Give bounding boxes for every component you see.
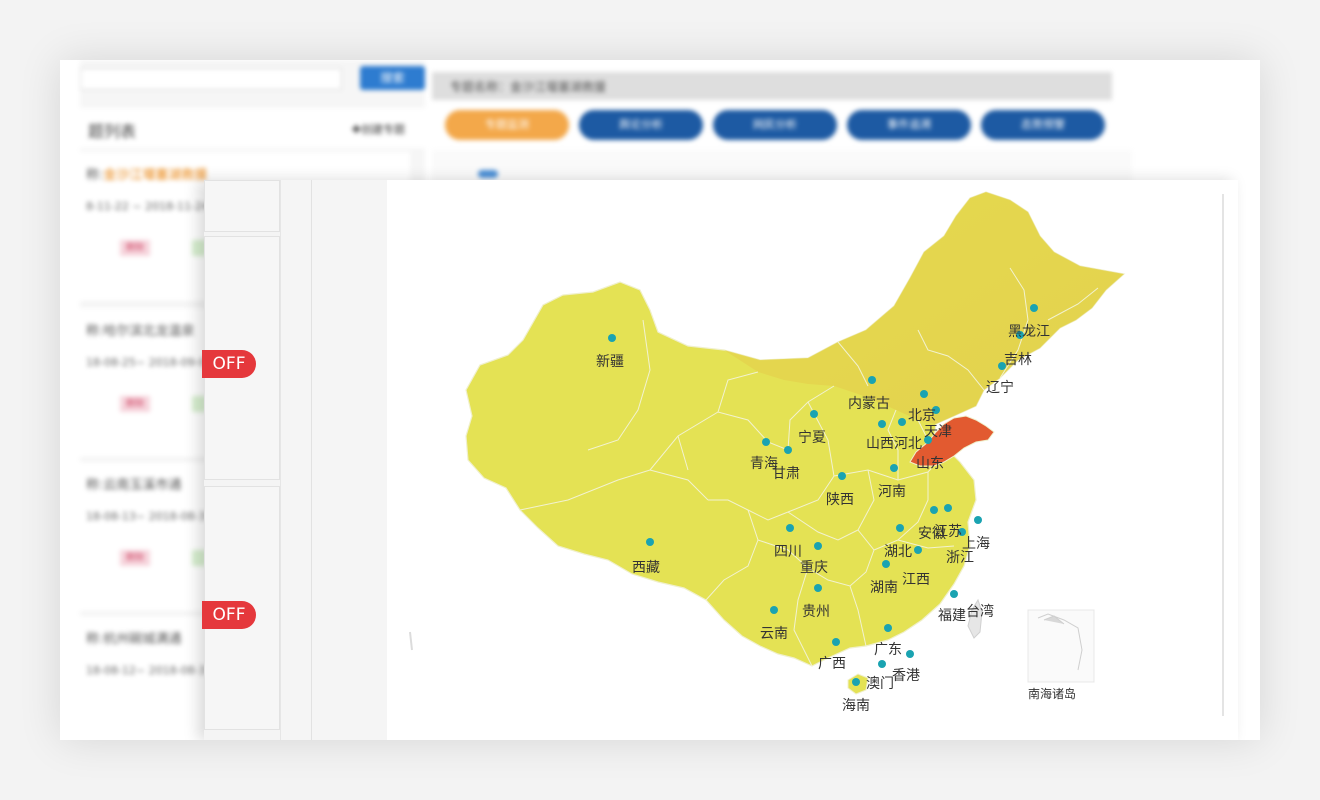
dot-chongqing [814, 542, 822, 550]
label-hubei: 湖北 [884, 544, 912, 560]
topic-card-name: 称:云南玉溪市通 [86, 478, 182, 493]
sidebar-block [204, 180, 280, 232]
label-guangdong: 广东 [874, 642, 902, 658]
dot-hongkong [906, 650, 914, 658]
label-zhejiang: 浙江 [946, 550, 974, 566]
label-guangxi: 广西 [818, 656, 846, 672]
topic-card-name: 称:哈尔滨北龙温泉 [86, 324, 195, 339]
dot-hainan [852, 678, 860, 686]
dot-neimenggu [868, 376, 876, 384]
topic-name-text: 专题名称：金沙江堰塞湖救援 [450, 80, 607, 94]
china-map-svg: 南海诸岛 新疆 西藏 青海 甘肃 宁夏 内蒙古 黑龙江 吉林 辽宁 北京 天津 … [409, 191, 1126, 714]
label-gansu: 甘肃 [772, 466, 800, 482]
topic-list-header: 题列表 ✚创建专题 [80, 108, 425, 148]
label-sichuan: 四川 [774, 544, 802, 560]
topic-card-name: 称:杭州碗城满通 [86, 632, 182, 647]
label-shandong: 山东 [916, 456, 944, 472]
tab-opinion-analysis[interactable]: 舆论分析 [579, 110, 703, 140]
search-input[interactable] [80, 68, 342, 90]
dot-macao [878, 660, 886, 668]
label-xizang: 西藏 [632, 560, 660, 576]
label-jilin: 吉林 [1004, 352, 1032, 368]
south-china-sea-inset: 南海诸岛 [1027, 609, 1095, 701]
topic-card-date: 18-08-25~ 2018-09-09 [86, 356, 213, 369]
dot-hebei [898, 418, 906, 426]
topic-name-bar: 专题名称：金沙江堰塞湖救援 [432, 72, 1112, 100]
label-neimenggu: 内蒙古 [848, 396, 890, 412]
dot-ningxia [810, 410, 818, 418]
dot-jiangxi [914, 546, 922, 554]
delete-button[interactable]: 删除 [120, 550, 150, 566]
dot-jiangsu [944, 504, 952, 512]
dot-henan [890, 464, 898, 472]
label-liaoning: 辽宁 [986, 379, 1014, 396]
label-xinjiang: 新疆 [596, 354, 624, 370]
panel-divider [280, 180, 387, 740]
content-marker [478, 170, 498, 178]
label-heilongjiang: 黑龙江 [1008, 324, 1050, 340]
dot-beijing [920, 390, 928, 398]
label-ningxia: 宁夏 [798, 429, 826, 446]
china-map: 南海诸岛 新疆 西藏 青海 甘肃 宁夏 内蒙古 黑龙江 吉林 辽宁 北京 天津 … [388, 180, 1238, 740]
tab-trend-warning[interactable]: 态势预警 [981, 110, 1105, 140]
label-guizhou: 贵州 [802, 604, 830, 620]
create-topic-button[interactable]: ✚创建专题 [352, 121, 405, 137]
dot-gansu [784, 446, 792, 454]
dot-guangxi [832, 638, 840, 646]
label-jiangxi: 江西 [902, 572, 930, 588]
dot-anhui [930, 506, 938, 514]
label-tianjin: 天津 [924, 424, 952, 440]
topic-list-title: 题列表 [88, 122, 137, 141]
topic-card-date: 8-11-22 ~ 2018-11-24 [86, 200, 210, 213]
dot-shaanxi [838, 472, 846, 480]
label-hebei: 河北 [894, 436, 922, 452]
topic-card-name: 称:金沙江堰塞湖救援 [86, 168, 208, 183]
label-jiangsu: 江苏 [934, 524, 962, 540]
delete-button[interactable]: 删除 [120, 396, 150, 412]
label-hainan: 海南 [842, 698, 870, 714]
label-beijing: 北京 [908, 408, 936, 424]
screenshot-frame: 搜索 题列表 ✚创建专题 称:金沙江堰塞湖救援 8-11-22 ~ 2018-1… [60, 60, 1260, 740]
label-shaanxi: 陕西 [826, 492, 854, 508]
topic-card-date: 18-08-12~ 2018-08-31 [86, 664, 213, 677]
dot-sichuan [786, 524, 794, 532]
search-button[interactable]: 搜索 [360, 66, 425, 90]
dot-hunan [882, 560, 890, 568]
dot-fujian [950, 590, 958, 598]
tab-event-trace[interactable]: 事件追溯 [847, 110, 971, 140]
label-taiwan: 台湾 [966, 603, 994, 620]
tab-topic-monitor[interactable]: 专题监测 [445, 110, 569, 140]
label-fujian: 福建 [938, 608, 966, 624]
dot-qinghai [762, 438, 770, 446]
label-macao: 澳门 [866, 676, 894, 692]
dot-guangdong [884, 624, 892, 632]
dot-heilongjiang [1030, 304, 1038, 312]
label-henan: 河南 [878, 484, 906, 500]
label-hunan: 湖南 [870, 580, 898, 596]
dot-shanghai [974, 516, 982, 524]
map-panel: OFF OFF 南海诸岛 新疆 西藏 青海 甘肃 宁夏 内蒙古 黑龙江 吉林 辽… [202, 180, 1238, 740]
tab-netizen-analysis[interactable]: 网民分析 [713, 110, 837, 140]
off-toggle[interactable]: OFF [202, 350, 256, 378]
dot-shanxi [878, 420, 886, 428]
dot-xizang [646, 538, 654, 546]
topic-card-date: 18-08-13~ 2018-08-31 [86, 510, 213, 523]
dot-hubei [896, 524, 904, 532]
dot-guizhou [814, 584, 822, 592]
dot-xinjiang [608, 334, 616, 342]
inset-label: 南海诸岛 [1028, 686, 1076, 701]
dot-yunnan [770, 606, 778, 614]
label-chongqing: 重庆 [800, 560, 828, 576]
panel-sidebar: OFF OFF [202, 180, 280, 740]
delete-button[interactable]: 删除 [120, 240, 150, 256]
label-hongkong: 香港 [892, 668, 920, 684]
label-yunnan: 云南 [760, 626, 788, 642]
analysis-tabs: 专题监测 舆论分析 网民分析 事件追溯 态势预警 [445, 110, 1125, 140]
island-mark [409, 631, 413, 651]
off-toggle[interactable]: OFF [202, 601, 256, 629]
label-shanxi: 山西 [866, 436, 894, 452]
